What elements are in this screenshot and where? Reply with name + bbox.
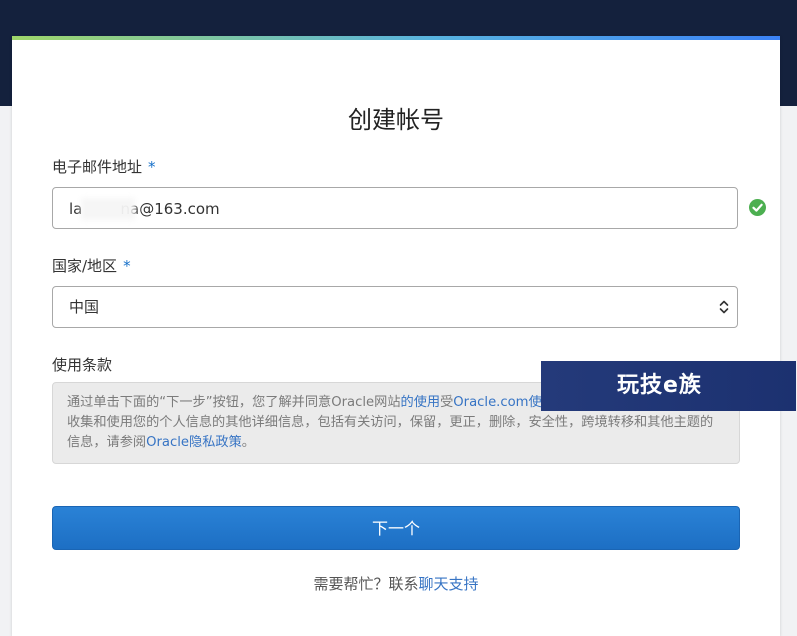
email-label-text: 电子邮件地址 xyxy=(52,158,143,176)
country-selected-value: 中国 xyxy=(69,298,100,316)
country-select[interactable]: 中国 xyxy=(52,286,738,328)
email-input[interactable] xyxy=(67,188,711,230)
help-line: 需要帮忙？联系聊天支持 xyxy=(12,573,780,594)
site-watermark: 玩技e族 xyxy=(541,361,796,411)
chat-support-link[interactable]: 聊天支持 xyxy=(419,575,479,593)
page-title: 创建帐号 xyxy=(348,106,444,135)
required-mark: * xyxy=(123,257,131,275)
terms-label: 使用条款 xyxy=(52,356,113,374)
required-mark: * xyxy=(148,158,156,176)
oracle-com-link[interactable]: Oracle.com使 xyxy=(453,395,541,410)
help-text: 需要帮忙？联系 xyxy=(313,575,419,593)
privacy-policy-link[interactable]: Oracle隐私政策 xyxy=(146,435,242,450)
country-label: 国家/地区 * xyxy=(52,255,131,276)
updown-chevron-icon xyxy=(719,300,729,314)
check-circle-icon xyxy=(749,199,766,216)
redaction-blur xyxy=(81,198,135,220)
email-label: 电子邮件地址 * xyxy=(52,156,156,177)
card-accent-bar xyxy=(12,36,780,40)
country-label-text: 国家/地区 xyxy=(52,257,118,275)
signup-card: 创建帐号 电子邮件地址 * 国家/地区 * 中国 使用条款 通过单击下面的“下一步”… xyxy=(12,36,780,636)
next-button[interactable]: 下一个 xyxy=(52,506,740,550)
terms-of-use-link[interactable]: 的使用 xyxy=(401,395,441,410)
terms-text-2: 受 xyxy=(440,395,454,410)
terms-text-4: 。 xyxy=(241,435,255,450)
email-field[interactable] xyxy=(52,187,738,230)
terms-text-1: 通过单击下面的“下一步”按钮，您了解并同意Oracle网站 xyxy=(67,395,401,410)
